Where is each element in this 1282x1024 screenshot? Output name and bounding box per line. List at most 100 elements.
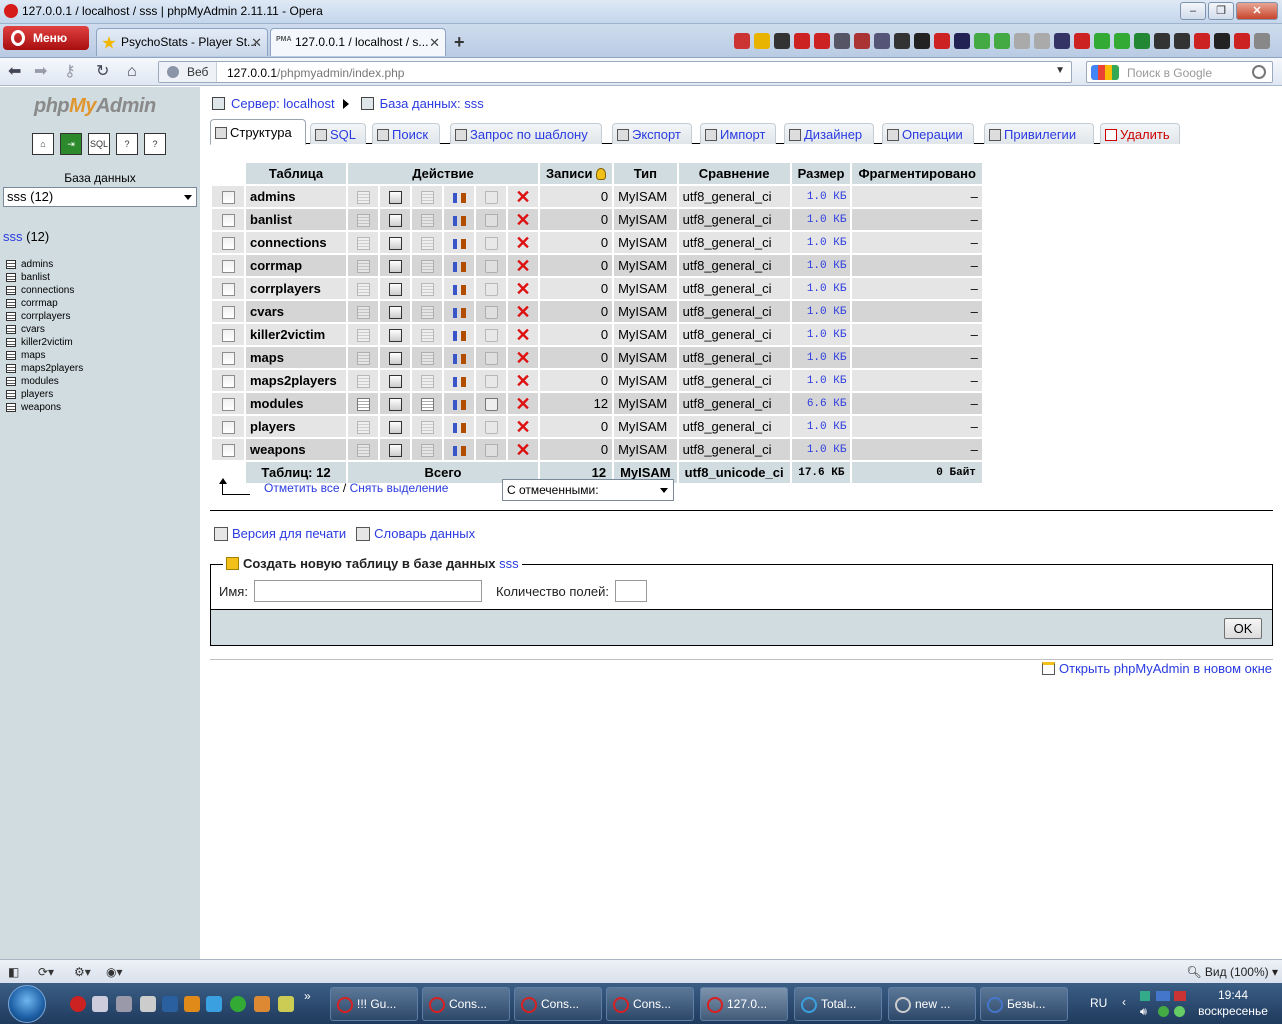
table-name-input[interactable] (253, 580, 482, 602)
breadcrumb-server[interactable]: Сервер: localhost (231, 96, 335, 111)
table-size[interactable]: 1.0 КБ (791, 370, 851, 391)
extension-icon[interactable] (1034, 33, 1050, 49)
database-link[interactable]: sss (3, 229, 23, 244)
browse-icon[interactable] (356, 283, 370, 297)
table-name[interactable]: maps2players (246, 370, 346, 391)
empty-table-icon[interactable] (484, 214, 498, 228)
empty-table-icon[interactable] (484, 329, 498, 343)
extension-icon[interactable] (1094, 33, 1110, 49)
structure-icon[interactable] (388, 237, 402, 251)
row-checkbox[interactable] (221, 237, 235, 251)
structure-icon[interactable] (388, 329, 402, 343)
table-name[interactable]: players (246, 416, 346, 437)
tab-export[interactable]: Экспорт (612, 123, 692, 144)
clock[interactable]: 19:44 воскресенье (1196, 987, 1270, 1019)
drop-table-icon[interactable]: ✕ (508, 324, 538, 345)
unite-icon[interactable]: ⚙▾ (74, 965, 91, 979)
maximize-button[interactable]: ❐ (1208, 2, 1234, 20)
uncheck-all-link[interactable]: Снять выделение (350, 481, 449, 495)
structure-icon[interactable] (388, 444, 402, 458)
sidebar-table-item[interactable]: corrplayers (6, 310, 83, 323)
tab-search[interactable]: Поиск (372, 123, 440, 144)
row-checkbox[interactable] (221, 421, 235, 435)
row-checkbox[interactable] (221, 444, 235, 458)
table-size[interactable]: 1.0 КБ (791, 324, 851, 345)
table-size[interactable]: 1.0 КБ (791, 416, 851, 437)
empty-table-icon[interactable] (484, 444, 498, 458)
sidebar-table-name[interactable]: corrmap (21, 298, 58, 310)
extension-icon[interactable] (754, 33, 770, 49)
search-table-icon[interactable] (420, 306, 434, 320)
search-table-icon[interactable] (420, 214, 434, 228)
insert-icon[interactable] (452, 215, 466, 226)
table-icon[interactable] (6, 273, 16, 282)
new-tab-button[interactable]: + (454, 32, 465, 53)
browser-tab-phpmyadmin[interactable]: PMA 127.0.0.1 / localhost / s... ✕ (270, 28, 446, 56)
extension-icon[interactable] (934, 33, 950, 49)
table-icon[interactable] (6, 390, 16, 399)
tab-structure[interactable]: Структура (210, 119, 306, 145)
browse-icon[interactable] (356, 214, 370, 228)
structure-icon[interactable] (388, 260, 402, 274)
quicklaunch-icon[interactable] (92, 996, 108, 1012)
home-icon[interactable]: ⌂ (32, 133, 54, 155)
row-checkbox[interactable] (221, 329, 235, 343)
tab-designer[interactable]: Дизайнер (784, 123, 874, 144)
structure-icon[interactable] (388, 375, 402, 389)
table-size[interactable]: 1.0 КБ (791, 347, 851, 368)
empty-table-icon[interactable] (484, 283, 498, 297)
browse-icon[interactable] (356, 329, 370, 343)
search-table-icon[interactable] (420, 237, 434, 251)
browse-icon[interactable] (356, 191, 370, 205)
turbo-icon[interactable]: ◉▾ (106, 965, 123, 979)
with-selected-select[interactable]: С отмеченными: (502, 479, 674, 501)
search-box[interactable]: Поиск в Google (1086, 61, 1273, 83)
sidebar-table-item[interactable]: connections (6, 284, 83, 297)
tab-privileges[interactable]: Привилегии (984, 123, 1094, 144)
mysql-docs-icon[interactable]: ? (144, 133, 166, 155)
drop-table-icon[interactable]: ✕ (508, 439, 538, 460)
extension-icon[interactable] (874, 33, 890, 49)
search-table-icon[interactable] (420, 260, 434, 274)
docs-icon[interactable]: ? (116, 133, 138, 155)
sidebar-table-name[interactable]: banlist (21, 272, 50, 284)
table-name[interactable]: corrplayers (246, 278, 346, 299)
row-checkbox[interactable] (221, 375, 235, 389)
sidebar-table-name[interactable]: cvars (21, 324, 45, 336)
browse-icon[interactable] (356, 444, 370, 458)
empty-table-icon[interactable] (484, 306, 498, 320)
table-name[interactable]: banlist (246, 209, 346, 230)
sidebar-table-item[interactable]: corrmap (6, 297, 83, 310)
table-name[interactable]: admins (246, 186, 346, 207)
column-header-collation[interactable]: Сравнение (678, 163, 790, 184)
panel-toggle-icon[interactable]: ◧ (8, 965, 19, 979)
data-dictionary-link[interactable]: Словарь данных (356, 526, 475, 541)
extension-icon[interactable] (1074, 33, 1090, 49)
photoshop-icon[interactable] (162, 996, 178, 1012)
search-table-icon[interactable] (420, 444, 434, 458)
reload-icon[interactable]: ↻ (96, 64, 109, 80)
google-icon[interactable] (1091, 65, 1119, 80)
browse-icon[interactable] (356, 260, 370, 274)
drop-table-icon[interactable]: ✕ (508, 232, 538, 253)
row-checkbox[interactable] (221, 306, 235, 320)
column-header-records[interactable]: Записи (540, 163, 613, 184)
table-size[interactable]: 1.0 КБ (791, 301, 851, 322)
structure-icon[interactable] (388, 191, 402, 205)
row-checkbox[interactable] (221, 352, 235, 366)
table-name[interactable]: maps (246, 347, 346, 368)
opera-quicklaunch-icon[interactable] (70, 996, 86, 1012)
taskbar-button[interactable]: new ... (888, 987, 976, 1021)
extension-icon[interactable] (1234, 33, 1250, 49)
minimize-button[interactable]: – (1180, 2, 1206, 20)
extension-icon[interactable] (954, 33, 970, 49)
empty-table-icon[interactable] (484, 237, 498, 251)
table-icon[interactable] (6, 312, 16, 321)
home-icon[interactable]: ⌂ (127, 64, 137, 80)
extension-icon[interactable] (1194, 33, 1210, 49)
close-tab-icon[interactable]: ✕ (429, 35, 440, 51)
quicklaunch-icon[interactable] (116, 996, 132, 1012)
extension-icon[interactable] (834, 33, 850, 49)
tab-import[interactable]: Импорт (700, 123, 776, 144)
drop-table-icon[interactable]: ✕ (508, 416, 538, 437)
